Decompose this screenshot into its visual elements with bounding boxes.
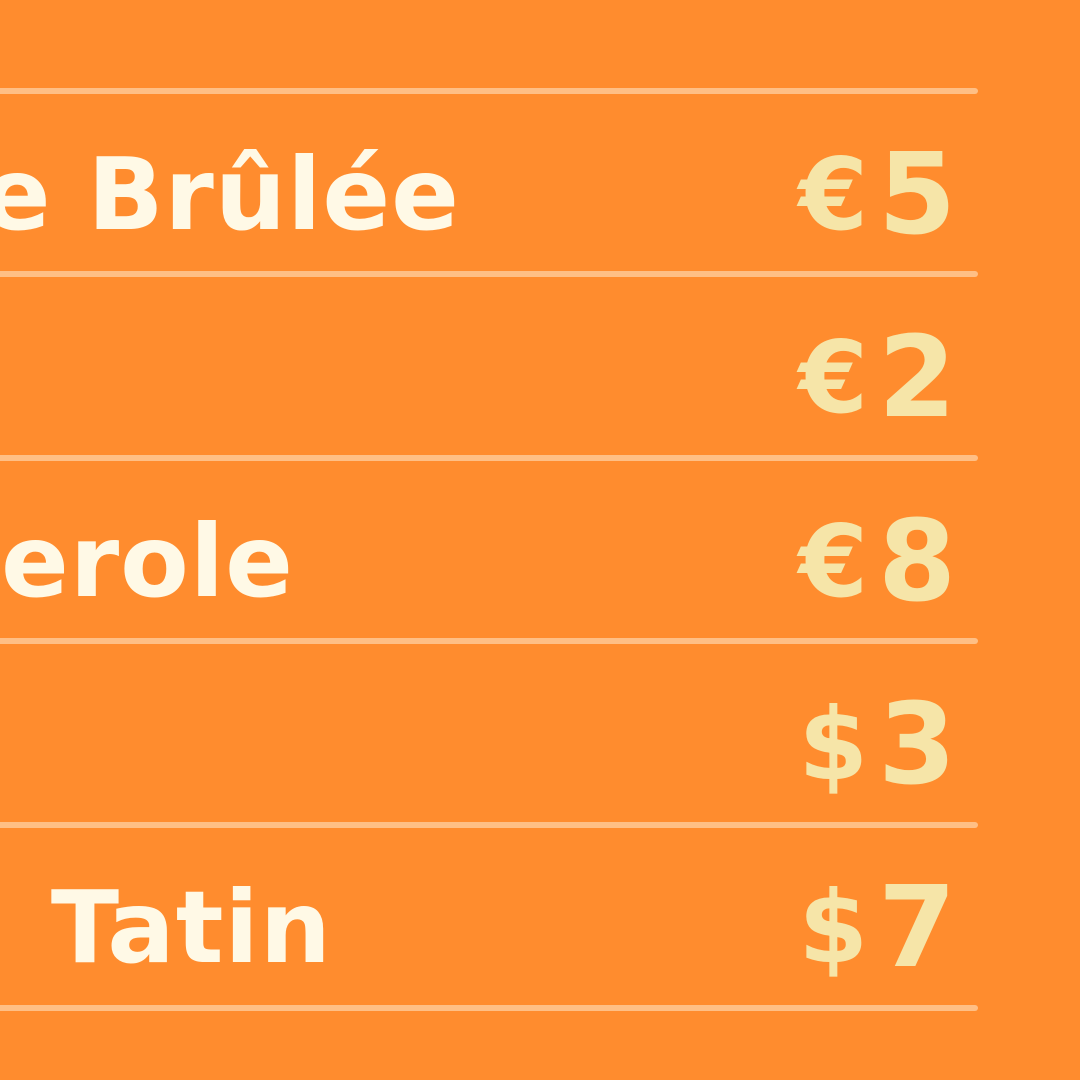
menu-divider: [0, 638, 978, 644]
menu-item-price: € 5: [736, 135, 956, 255]
menu-divider: [0, 1005, 978, 1011]
menu-item-price: € 2: [736, 318, 956, 438]
currency-symbol: $: [798, 869, 869, 986]
menu-divider: [0, 271, 978, 277]
price-value: 5: [878, 130, 956, 260]
price-value: 3: [878, 680, 956, 810]
menu-item-price: € 8: [736, 502, 956, 622]
currency-symbol: €: [798, 136, 869, 253]
currency-symbol: €: [798, 503, 869, 620]
currency-symbol: €: [798, 319, 869, 436]
menu-item-name: Tatin: [50, 869, 332, 986]
menu-item-name: erole: [1, 503, 294, 620]
price-value: 7: [878, 863, 956, 993]
menu-divider: [0, 88, 978, 94]
menu-item-price: $ 7: [736, 868, 956, 988]
menu-divider: [0, 822, 978, 828]
currency-symbol: $: [798, 686, 869, 803]
menu-item-price: $ 3: [736, 685, 956, 805]
price-value: 2: [878, 313, 956, 443]
menu-divider: [0, 455, 978, 461]
price-value: 8: [878, 497, 956, 627]
menu-item-name: e Brûlée: [0, 136, 460, 253]
